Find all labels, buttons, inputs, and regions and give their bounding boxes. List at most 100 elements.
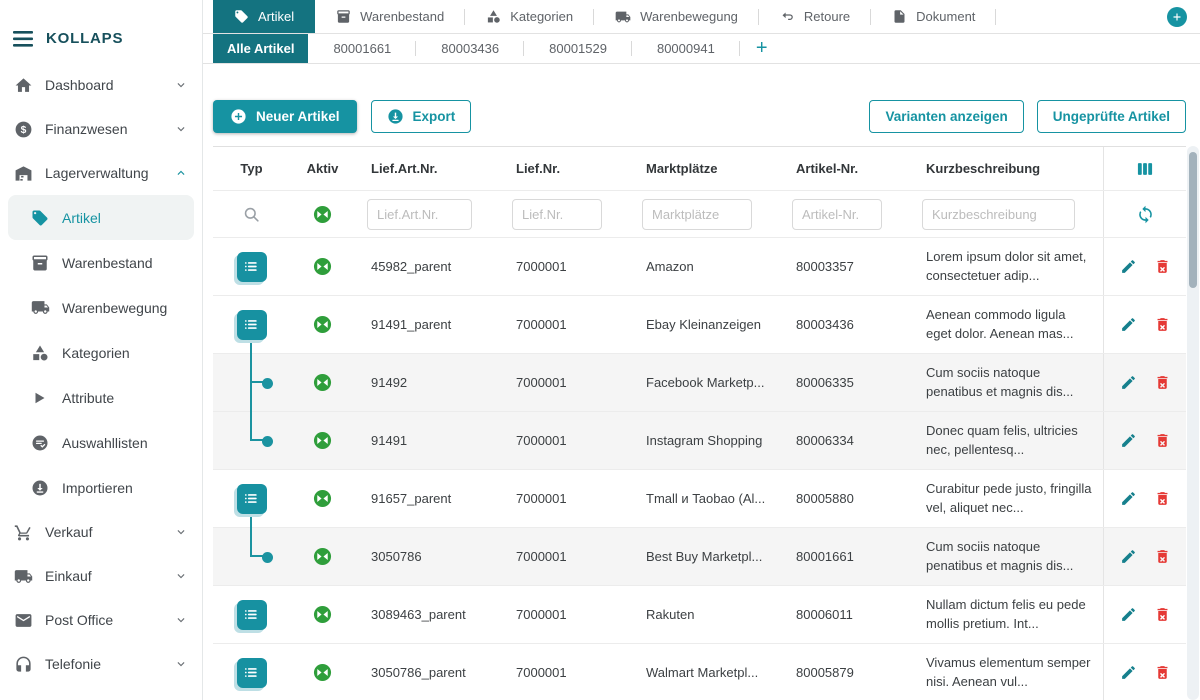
artikel-nr-filter-input[interactable] [792, 199, 882, 230]
add-tab-button[interactable] [1167, 7, 1187, 27]
tab-article-80003436[interactable]: 80003436 [416, 34, 524, 63]
header-typ: Typ [213, 147, 290, 190]
marktplatz-cell: Tmall и Taobao (Al... [630, 491, 780, 506]
row-actions [1103, 296, 1186, 353]
expand-list-icon[interactable] [237, 658, 267, 688]
tab-warenbewegung[interactable]: Warenbewegung [594, 0, 759, 33]
toolbar-right: Varianten anzeigen Ungeprüfte Artikel [869, 100, 1186, 133]
neuer-artikel-button[interactable]: Neuer Artikel [213, 100, 357, 133]
import-icon [30, 479, 50, 497]
kurzbeschreibung-cell: Vivamus elementum semper nisi. Aenean vu… [910, 654, 1103, 690]
row-actions [1103, 238, 1186, 295]
tab-warenbestand[interactable]: Warenbestand [315, 0, 465, 33]
ungepruefte-artikel-button[interactable]: Ungeprüfte Artikel [1037, 100, 1186, 133]
sidebar-item-dashboard[interactable]: Dashboard [0, 63, 202, 107]
aktiv-cell[interactable] [290, 644, 355, 700]
tab-kategorien[interactable]: Kategorien [465, 0, 594, 33]
delete-icon[interactable] [1154, 490, 1171, 507]
sidebar-item-einkauf[interactable]: Einkauf [0, 554, 202, 598]
tag-icon [30, 209, 50, 227]
edit-icon[interactable] [1120, 490, 1137, 507]
tab-alle-artikel[interactable]: Alle Artikel [213, 34, 308, 63]
edit-icon[interactable] [1120, 374, 1137, 391]
sidebar-item-verkauf[interactable]: Verkauf [0, 510, 202, 554]
varianten-anzeigen-button[interactable]: Varianten anzeigen [869, 100, 1023, 133]
edit-icon[interactable] [1120, 316, 1137, 333]
tab-dokument[interactable]: Dokument [871, 0, 996, 33]
add-article-tab-button[interactable]: + [740, 34, 784, 63]
aktiv-cell[interactable] [290, 412, 355, 469]
expand-list-icon[interactable] [237, 484, 267, 514]
delete-icon[interactable] [1154, 432, 1171, 449]
filter-artikel-nr [780, 199, 910, 230]
refresh-icon[interactable] [1136, 205, 1155, 224]
edit-icon[interactable] [1120, 664, 1137, 681]
filter-aktiv-toggle[interactable] [290, 191, 355, 237]
sidebar-item-warenbewegung[interactable]: Warenbewegung [8, 285, 194, 330]
tab-article-80001661[interactable]: 80001661 [308, 34, 416, 63]
sidebar-item-lagerverwaltung[interactable]: Lagerverwaltung [0, 151, 202, 195]
columns-icon[interactable] [1135, 159, 1155, 179]
table-filter-row [213, 191, 1186, 238]
sidebar-item-auswahllisten[interactable]: Auswahllisten [8, 420, 194, 465]
lief-nr-cell: 7000001 [500, 665, 630, 680]
edit-icon[interactable] [1120, 258, 1137, 275]
edit-icon[interactable] [1120, 432, 1137, 449]
svg-text:$: $ [20, 125, 26, 136]
sidebar-item-telefonie[interactable]: Telefonie [0, 642, 202, 686]
chevron-down-icon [174, 613, 188, 627]
delete-icon[interactable] [1154, 664, 1171, 681]
lief-nr-cell: 7000001 [500, 375, 630, 390]
delete-icon[interactable] [1154, 258, 1171, 275]
delete-icon[interactable] [1154, 606, 1171, 623]
delete-icon[interactable] [1154, 374, 1171, 391]
tab-artikel[interactable]: Artikel [213, 0, 315, 33]
tab-retoure[interactable]: Retoure [759, 0, 871, 33]
expand-list-icon[interactable] [237, 310, 267, 340]
aktiv-cell[interactable] [290, 528, 355, 585]
tab-article-80000941[interactable]: 80000941 [632, 34, 740, 63]
sidebar-item-kategorien[interactable]: Kategorien [8, 330, 194, 375]
tag-icon [234, 9, 249, 24]
menu-hamburger-icon[interactable] [13, 31, 33, 47]
lief-art-nr-cell: 3050786_parent [355, 665, 500, 680]
app-window: KOLLAPS Dashboard $ Finanzwesen Lagerver… [0, 0, 1200, 700]
expand-list-icon[interactable] [237, 600, 267, 630]
expand-list-icon[interactable] [237, 252, 267, 282]
kurzbeschreibung-filter-input[interactable] [922, 199, 1075, 230]
tab-article-80001529[interactable]: 80001529 [524, 34, 632, 63]
row-actions [1103, 412, 1186, 469]
edit-icon[interactable] [1120, 606, 1137, 623]
vertical-scrollbar-track[interactable] [1187, 146, 1199, 700]
delete-icon[interactable] [1154, 548, 1171, 565]
lief-nr-filter-input[interactable] [512, 199, 602, 230]
typ-cell [213, 470, 290, 527]
aktiv-cell[interactable] [290, 586, 355, 643]
sidebar-item-warenbestand[interactable]: Warenbestand [8, 240, 194, 285]
lief-nr-cell: 7000001 [500, 607, 630, 622]
active-status-icon [313, 605, 332, 624]
edit-icon[interactable] [1120, 548, 1137, 565]
vertical-scrollbar-thumb[interactable] [1189, 152, 1197, 288]
marktplaetze-filter-input[interactable] [642, 199, 752, 230]
tree-node-dot [262, 552, 273, 563]
sidebar-item-attribute[interactable]: Attribute [8, 375, 194, 420]
aktiv-cell[interactable] [290, 470, 355, 527]
delete-icon[interactable] [1154, 316, 1171, 333]
aktiv-cell[interactable] [290, 354, 355, 411]
kurzbeschreibung-cell: Nullam dictum felis eu pede mollis preti… [910, 596, 1103, 632]
sidebar-item-post-office[interactable]: Post Office [0, 598, 202, 642]
table-row: 91491 7000001 Instagram Shopping 8000633… [213, 412, 1186, 470]
aktiv-cell[interactable] [290, 296, 355, 353]
header-kurzbeschreibung: Kurzbeschreibung [910, 161, 1103, 176]
filter-marktplaetze [630, 199, 780, 230]
chevron-down-icon [174, 569, 188, 583]
sidebar-item-finanzwesen[interactable]: $ Finanzwesen [0, 107, 202, 151]
typ-cell [213, 296, 290, 353]
sidebar-item-importieren[interactable]: Importieren [8, 465, 194, 510]
aktiv-cell[interactable] [290, 238, 355, 295]
sidebar-item-artikel[interactable]: Artikel [8, 195, 194, 240]
lief-art-nr-filter-input[interactable] [367, 199, 472, 230]
artikel-nr-cell: 80003357 [780, 259, 910, 274]
export-button[interactable]: Export [371, 100, 472, 133]
